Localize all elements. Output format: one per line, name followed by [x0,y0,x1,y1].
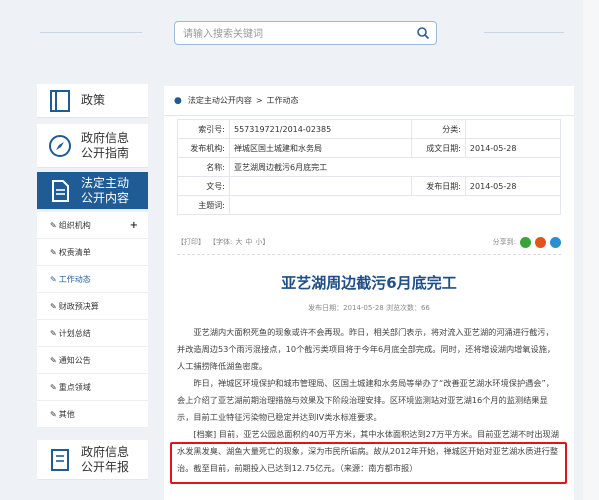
meta-value [464,119,562,139]
card-label-line2: 公开指南 [81,145,130,160]
meta-label: 发布机构: [177,138,230,158]
document-meta-table: 索引号: 557319721/2014-02385 分类: 发布机构: 禅城区国… [177,119,562,215]
sidebar-item-work-news[interactable]: ✎ 工作动态 [37,266,148,293]
book-icon [50,89,70,112]
sidebar-item-other[interactable]: ✎ 其他 [37,401,148,428]
document-icon [52,179,69,202]
sidebar-card-policy[interactable]: 政策 [37,84,148,118]
sidebar-card-guide[interactable]: 政府信息 公开指南 [37,124,148,168]
article-toolbar: 【打印】 【字体: 大 中 小】 分享到: [177,232,561,252]
meta-value [229,195,561,215]
sidebar-item-label: 财政预决算 [58,301,99,311]
sidebar-submenu: ✎ 组织机构 + ✎ 权责清单 ✎ 工作动态 ✎ 财政预决算 ✎ 计划总结 ✎ … [37,212,148,428]
breadcrumb-parent[interactable]: 法定主动公开内容 [188,95,252,106]
meta-label: 名称: [177,157,230,177]
header-divider-left [40,32,142,33]
sidebar-card-mandatory[interactable]: 法定主动 公开内容 [37,172,148,210]
meta-label: 文号: [177,176,230,196]
sidebar-card-label: 法定主动 公开内容 [81,176,129,206]
sidebar-item-label: 计划总结 [58,328,91,338]
font-large-link[interactable]: 大 [235,237,242,247]
share-bar: 分享到: [492,236,561,248]
qq-icon[interactable] [550,236,561,248]
article-title: 亚艺湖周边截污6月底完工 [281,274,457,292]
meta-label: 成文日期: [410,138,466,158]
breadcrumb-separator: > [255,96,263,105]
sidebar-item-label: 重点领域 [58,382,91,392]
sidebar-item-budget[interactable]: ✎ 财政预决算 [37,293,148,320]
search-box [174,21,437,46]
sidebar-item-powers[interactable]: ✎ 权责清单 [37,239,148,266]
card-label-line2: 公开内容 [81,190,130,205]
card-label-line1: 法定主动 [81,175,130,190]
highlight-box [170,442,567,484]
report-icon [51,448,69,471]
location-pin-icon: ● [174,95,182,106]
weibo-icon[interactable] [535,236,546,248]
sidebar-item-notices[interactable]: ✎ 通知公告 [37,347,148,374]
article-paragraph: 昨日，禅城区环境保护和城市管理局、区国土城建和水务局等举办了“改善亚艺湖水环境保… [177,378,554,422]
share-label: 分享到: [492,238,516,246]
pin-icon: ✎ [50,274,57,284]
font-medium-link[interactable]: 中 [245,237,252,247]
breadcrumb: ● 法定主动公开内容 > 工作动态 [164,86,574,116]
search-icon[interactable] [416,26,430,40]
sidebar-item-key-areas[interactable]: ✎ 重点领域 [37,374,148,401]
sidebar-card-label: 政府信息 公开年报 [81,445,129,475]
meta-value [229,176,412,196]
sidebar-item-label: 其他 [58,409,75,419]
sidebar-card-label: 政府信息 公开指南 [81,131,129,161]
card-label-line1: 政府信息 [81,444,130,459]
sidebar-item-label: 工作动态 [58,274,91,284]
main-content: ● 法定主动公开内容 > 工作动态 索引号: 557319721/2014-02… [164,86,574,500]
print-link[interactable]: 【打印】 [177,237,205,247]
left-sidebar: 政策 政府信息 公开指南 法定主动 公开内容 ✎ 组织机构 + ✎ 权责清单 ✎… [37,84,148,480]
expand-icon[interactable]: + [130,220,138,231]
article-meta: 发布日期：2014-05-28 浏览次数：66 [308,304,430,312]
meta-value: 2014-05-28 [464,176,562,196]
pin-icon: ✎ [50,301,57,311]
sidebar-item-label: 组织机构 [58,220,91,230]
sidebar-card-label: 政策 [81,93,106,107]
sidebar-item-plans[interactable]: ✎ 计划总结 [37,320,148,347]
meta-value: 557319721/2014-02385 [229,119,412,139]
card-label-line1: 政府信息 [81,130,130,145]
meta-value: 2014-05-28 [464,138,562,158]
card-label-line2: 公开年报 [81,459,130,474]
breadcrumb-current[interactable]: 工作动态 [267,95,299,106]
pin-icon: ✎ [50,247,57,257]
font-size-label: 【字体: [209,238,233,246]
pin-icon: ✎ [50,355,57,365]
sidebar-item-label: 权责清单 [58,247,91,257]
divider [177,254,561,255]
pin-icon: ✎ [50,328,57,338]
compass-icon [49,134,71,157]
sidebar-item-label: 通知公告 [58,355,91,365]
pin-icon: ✎ [50,220,57,230]
search-input[interactable] [175,23,403,46]
wechat-icon[interactable] [520,236,531,248]
right-edge-bar [583,0,599,500]
meta-label: 索引号: [177,119,230,139]
meta-value: 亚艺湖周边截污6月底完工 [229,157,561,177]
article-paragraph: 亚艺湖内大面积死鱼的现象或许不会再现。昨日，相关部门表示，将对流入亚艺湖的河涌进… [177,327,556,371]
pin-icon: ✎ [50,382,57,392]
meta-label: 主题词: [177,195,230,215]
pin-icon: ✎ [50,409,57,419]
meta-label: 分类: [410,119,466,139]
meta-value: 禅城区国土城建和水务局 [229,138,412,158]
sidebar-card-annual-report[interactable]: 政府信息 公开年报 [37,440,148,480]
sidebar-item-org[interactable]: ✎ 组织机构 + [37,212,148,239]
font-small-link[interactable]: 小】 [255,237,269,247]
meta-label: 发布日期: [410,176,466,196]
header-divider-right [484,32,564,33]
